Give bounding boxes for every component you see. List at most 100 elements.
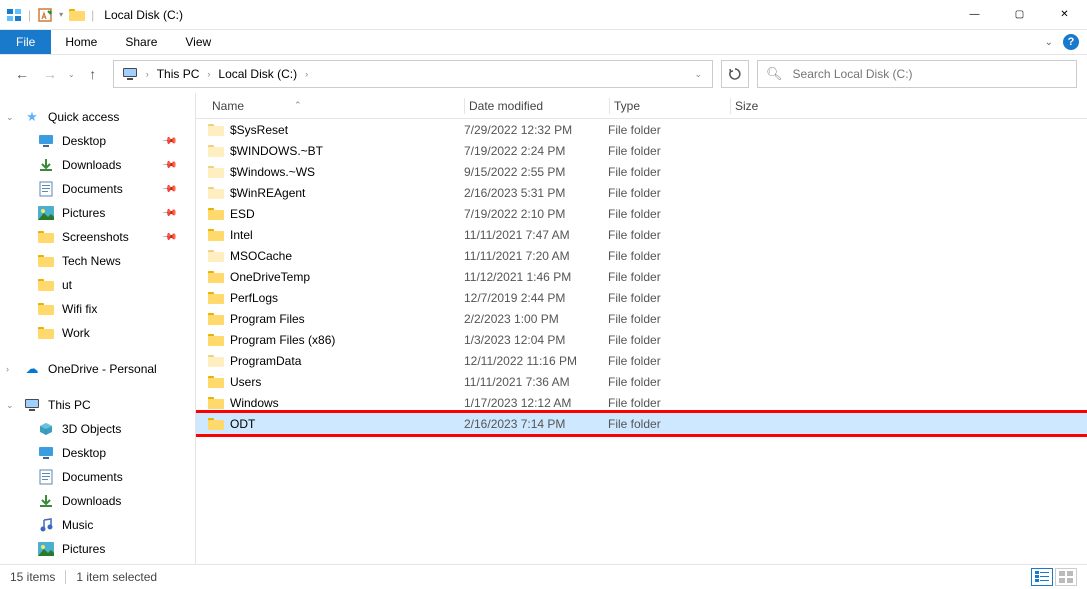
sidebar-item-music[interactable]: Music	[0, 513, 195, 537]
ribbon-collapse-icon[interactable]: ⌄	[1045, 37, 1053, 48]
file-date: 7/29/2022 12:32 PM	[464, 123, 608, 137]
sidebar-quick-access[interactable]: ★ Quick access	[0, 105, 195, 129]
sidebar-item-wifi-fix[interactable]: Wifi fix	[0, 297, 195, 321]
history-dropdown[interactable]: ⌄	[66, 70, 77, 79]
sidebar-item-3d-objects[interactable]: 3D Objects	[0, 417, 195, 441]
ribbon-tab-share[interactable]: Share	[111, 30, 171, 54]
column-header-size[interactable]: Size	[731, 93, 811, 118]
file-row[interactable]: Windows 1/17/2023 12:12 AM File folder	[196, 392, 1087, 413]
file-name: PerfLogs	[230, 291, 278, 305]
file-date: 11/11/2021 7:36 AM	[464, 375, 608, 389]
file-date: 11/11/2021 7:47 AM	[464, 228, 608, 242]
properties-icon[interactable]	[37, 7, 53, 23]
file-row[interactable]: Program Files (x86) 1/3/2023 12:04 PM Fi…	[196, 329, 1087, 350]
help-button[interactable]: ?	[1063, 34, 1079, 50]
address-dropdown-icon[interactable]: ⌄	[688, 69, 708, 80]
file-row[interactable]: Intel 11/11/2021 7:47 AM File folder	[196, 224, 1087, 245]
sidebar-item-label: 3D Objects	[62, 422, 121, 436]
search-input[interactable]	[791, 66, 1068, 82]
pictures-icon	[38, 205, 54, 221]
file-name: Intel	[230, 228, 253, 242]
folder-icon	[208, 206, 224, 222]
qat-dropdown[interactable]: ▾	[59, 10, 63, 19]
expand-icon[interactable]	[6, 400, 14, 411]
minimize-button[interactable]: —	[952, 0, 997, 30]
breadcrumb-separator[interactable]: ›	[301, 69, 312, 79]
sidebar-item-screenshots[interactable]: Screenshots 📌	[0, 225, 195, 249]
file-name: OneDriveTemp	[230, 270, 310, 284]
file-row[interactable]: OneDriveTemp 11/12/2021 1:46 PM File fol…	[196, 266, 1087, 287]
ribbon-tab-view[interactable]: View	[171, 30, 225, 54]
header-label: Type	[614, 99, 640, 113]
music-icon	[38, 517, 54, 533]
address-bar[interactable]: › This PC › Local Disk (C:) › ⌄	[113, 60, 713, 88]
sidebar-item-downloads[interactable]: Downloads	[0, 489, 195, 513]
refresh-button[interactable]	[721, 60, 749, 88]
ribbon-tab-home[interactable]: Home	[51, 30, 111, 54]
file-row[interactable]: ProgramData 12/11/2022 11:16 PM File fol…	[196, 350, 1087, 371]
column-header-type[interactable]: Type	[610, 93, 730, 118]
pin-icon: 📌	[160, 157, 177, 174]
file-name: ProgramData	[230, 354, 301, 368]
forward-button[interactable]: →	[38, 62, 62, 86]
file-row[interactable]: $WinREAgent 2/16/2023 5:31 PM File folde…	[196, 182, 1087, 203]
sidebar-item-pictures[interactable]: Pictures	[0, 537, 195, 561]
file-row[interactable]: $Windows.~WS 9/15/2022 2:55 PM File fold…	[196, 161, 1087, 182]
file-row[interactable]: $SysReset 7/29/2022 12:32 PM File folder	[196, 119, 1087, 140]
breadcrumb-this-pc[interactable]: This PC	[153, 61, 204, 87]
sidebar-item-label: Desktop	[62, 446, 106, 460]
sidebar-item-label: Documents	[62, 470, 123, 484]
sidebar-item-tech-news[interactable]: Tech News	[0, 249, 195, 273]
file-list[interactable]: $SysReset 7/29/2022 12:32 PM File folder…	[196, 119, 1087, 564]
file-row[interactable]: $WINDOWS.~BT 7/19/2022 2:24 PM File fold…	[196, 140, 1087, 161]
breadcrumb-local-disk[interactable]: Local Disk (C:)	[214, 61, 301, 87]
sidebar-item-documents[interactable]: Documents	[0, 465, 195, 489]
file-row[interactable]: ESD 7/19/2022 2:10 PM File folder	[196, 203, 1087, 224]
breadcrumb-separator[interactable]: ›	[203, 69, 214, 79]
sidebar-item-pictures[interactable]: Pictures 📌	[0, 201, 195, 225]
maximize-button[interactable]: ▢	[997, 0, 1042, 30]
file-type: File folder	[608, 249, 728, 263]
expand-icon[interactable]	[6, 364, 9, 374]
file-type: File folder	[608, 333, 728, 347]
sidebar-item-label: ut	[62, 278, 72, 292]
folder-icon	[208, 311, 224, 327]
file-type: File folder	[608, 396, 728, 410]
search-box[interactable]: 🔍︎	[757, 60, 1077, 88]
window-title: Local Disk (C:)	[100, 8, 183, 22]
file-row[interactable]: ODT 2/16/2023 7:14 PM File folder	[196, 413, 1087, 434]
column-header-date[interactable]: Date modified	[465, 93, 609, 118]
sidebar-item-desktop[interactable]: Desktop	[0, 441, 195, 465]
back-button[interactable]: ←	[10, 62, 34, 86]
close-button[interactable]: ✕	[1042, 0, 1087, 30]
file-name: Users	[230, 375, 261, 389]
sidebar-item-downloads[interactable]: Downloads 📌	[0, 153, 195, 177]
file-row[interactable]: Program Files 2/2/2023 1:00 PM File fold…	[196, 308, 1087, 329]
view-large-icons-button[interactable]	[1055, 568, 1077, 586]
up-button[interactable]: ↑	[81, 62, 105, 86]
qat-divider: |	[28, 8, 31, 22]
sidebar-item-work[interactable]: Work	[0, 321, 195, 345]
file-row[interactable]: Users 11/11/2021 7:36 AM File folder	[196, 371, 1087, 392]
sidebar-onedrive[interactable]: ☁ OneDrive - Personal	[0, 357, 195, 381]
file-row[interactable]: PerfLogs 12/7/2019 2:44 PM File folder	[196, 287, 1087, 308]
breadcrumb-pc-icon[interactable]	[118, 61, 142, 87]
folder-icon	[38, 229, 54, 245]
status-selection: 1 item selected	[76, 570, 157, 584]
ribbon-tab-file[interactable]: File	[0, 30, 51, 54]
sidebar-this-pc[interactable]: This PC	[0, 393, 195, 417]
breadcrumb-separator[interactable]: ›	[142, 69, 153, 79]
file-date: 12/11/2022 11:16 PM	[464, 354, 608, 368]
sidebar-item-ut[interactable]: ut	[0, 273, 195, 297]
file-name: $SysReset	[230, 123, 288, 137]
folder-icon	[208, 185, 224, 201]
file-row[interactable]: MSOCache 11/11/2021 7:20 AM File folder	[196, 245, 1087, 266]
sidebar-item-desktop[interactable]: Desktop 📌	[0, 129, 195, 153]
sidebar-item-documents[interactable]: Documents 📌	[0, 177, 195, 201]
file-date: 12/7/2019 2:44 PM	[464, 291, 608, 305]
folder-icon[interactable]	[69, 7, 85, 23]
expand-icon[interactable]	[6, 112, 14, 123]
file-date: 2/2/2023 1:00 PM	[464, 312, 608, 326]
view-details-button[interactable]	[1031, 568, 1053, 586]
column-header-name[interactable]: Name ⌃	[208, 93, 464, 118]
